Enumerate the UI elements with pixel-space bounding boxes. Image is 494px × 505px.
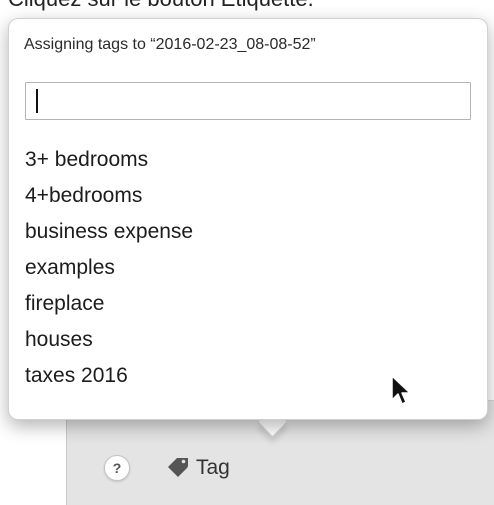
tag-button-label: Tag xyxy=(196,456,230,479)
tag-item[interactable]: 3+ bedrooms xyxy=(25,146,193,182)
help-button[interactable]: ? xyxy=(104,455,130,481)
instruction-text: Cliquez sur le bouton Étiquette. xyxy=(8,0,314,12)
bottom-toolbar: ? Tag xyxy=(104,440,230,496)
tag-search-input[interactable] xyxy=(25,82,471,120)
text-caret xyxy=(36,89,38,113)
popover-title: Assigning tags to “2016-02-23_08-08-52” xyxy=(24,36,316,53)
question-circle-icon: ? xyxy=(112,460,122,476)
tag-item[interactable]: fireplace xyxy=(25,290,193,326)
tag-item[interactable]: 4+bedrooms xyxy=(25,182,193,218)
tag-item[interactable]: taxes 2016 xyxy=(25,362,193,398)
tag-button[interactable]: Tag xyxy=(166,456,230,480)
tag-list: 3+ bedrooms 4+bedrooms business expense … xyxy=(25,146,193,398)
mouse-pointer-icon xyxy=(391,375,411,405)
tag-icon xyxy=(166,458,190,478)
tag-item[interactable]: business expense xyxy=(25,218,193,254)
tag-item[interactable]: houses xyxy=(25,326,193,362)
tag-item[interactable]: examples xyxy=(25,254,193,290)
